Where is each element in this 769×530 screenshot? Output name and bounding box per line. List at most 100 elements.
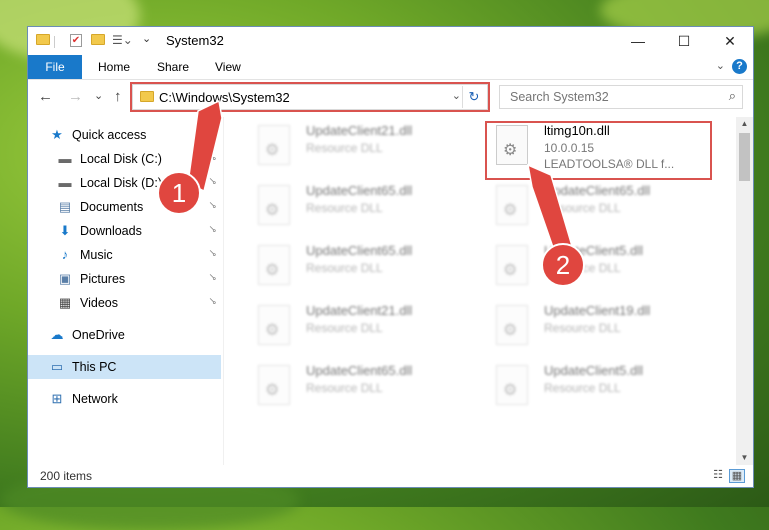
file-type: Resource DLL xyxy=(306,141,383,155)
file-type: Resource DLL xyxy=(306,381,383,395)
sidebar-item-label: OneDrive xyxy=(72,328,125,342)
downloads-icon: ⬇ xyxy=(59,223,71,238)
drive-icon: ▬ xyxy=(58,151,72,166)
file-item[interactable]: UpdateClient65.dll Resource DLL xyxy=(248,181,478,237)
status-bar: 200 items ☷ ▦ xyxy=(28,465,753,487)
pin-icon[interactable]: ⊸ xyxy=(205,199,219,213)
forward-button[interactable]: → xyxy=(68,88,83,105)
details-view-button[interactable]: ☷ xyxy=(711,469,725,481)
dll-file-icon xyxy=(258,365,290,405)
drive-icon: ▬ xyxy=(58,175,72,190)
file-item[interactable]: UpdateClient65.dll Resource DLL xyxy=(486,181,716,237)
recent-locations-button[interactable]: ⌄ xyxy=(94,89,103,102)
file-type: Resource DLL xyxy=(544,201,621,215)
sidebar-item-label: This PC xyxy=(72,360,117,374)
file-type: Resource DLL xyxy=(544,261,621,275)
sidebar-item-label: Local Disk (C:) xyxy=(80,152,162,166)
sidebar-item-label: Quick access xyxy=(72,128,147,142)
pin-icon[interactable]: ⊸ xyxy=(205,271,219,285)
sidebar-item-label: Videos xyxy=(80,296,118,310)
file-type: Resource DLL xyxy=(306,321,383,335)
back-button[interactable]: ← xyxy=(38,88,53,105)
file-item[interactable]: UpdateClient5.dll Resource DLL xyxy=(486,241,716,297)
divider xyxy=(223,117,224,465)
dll-file-icon xyxy=(496,245,528,285)
up-button[interactable]: ↑ xyxy=(114,88,122,105)
network-icon: ⊞ xyxy=(51,391,63,406)
expand-ribbon-icon[interactable]: ⌄ xyxy=(716,59,725,72)
dll-file-icon xyxy=(258,185,290,225)
sidebar-item-onedrive[interactable]: ☁ OneDrive xyxy=(28,323,221,347)
help-icon[interactable]: ? xyxy=(732,59,747,74)
search-icon[interactable]: ⌕ xyxy=(729,88,736,104)
dll-file-icon xyxy=(496,365,528,405)
maximize-button[interactable]: ☐ xyxy=(661,27,707,55)
cloud-icon: ☁ xyxy=(50,327,64,342)
sidebar-item-label: Documents xyxy=(80,200,144,214)
pin-icon[interactable]: ⊸ xyxy=(205,151,219,165)
vertical-scrollbar[interactable]: ▲ ▼ xyxy=(736,117,753,465)
scroll-down-arrow[interactable]: ▼ xyxy=(736,451,753,465)
file-name: UpdateClient5.dll xyxy=(544,363,644,378)
videos-icon: ▦ xyxy=(58,295,72,310)
file-type: Resource DLL xyxy=(306,261,383,275)
search-box[interactable]: ⌕ xyxy=(499,85,743,109)
sidebar-item-pictures[interactable]: ▣ Pictures ⊸ xyxy=(28,267,221,291)
tab-share[interactable]: Share xyxy=(157,55,189,79)
file-name: UpdateClient21.dll xyxy=(306,123,413,138)
explorer-window: ✔ ☰⌄ ⌄ System32 — ☐ ✕ File Home Share Vi… xyxy=(27,26,754,488)
folder-icon[interactable] xyxy=(36,34,50,45)
sidebar-item-downloads[interactable]: ⬇ Downloads ⊸ xyxy=(28,219,221,243)
properties-icon[interactable]: ✔ xyxy=(70,34,82,47)
large-icons-view-button[interactable]: ▦ xyxy=(729,469,745,483)
divider xyxy=(54,36,55,48)
title-bar: ✔ ☰⌄ ⌄ System32 — ☐ ✕ xyxy=(28,27,753,55)
pin-icon[interactable]: ⊸ xyxy=(205,247,219,261)
sidebar-item-videos[interactable]: ▦ Videos ⊸ xyxy=(28,291,221,315)
tab-home[interactable]: Home xyxy=(98,55,130,79)
sidebar-item-music[interactable]: ♪ Music ⊸ xyxy=(28,243,221,267)
sidebar-item-local-disk-d[interactable]: ▬ Local Disk (D:) ⊸ xyxy=(28,171,221,195)
dropdown-icon[interactable]: ⌄ xyxy=(142,32,151,45)
file-type: Resource DLL xyxy=(306,201,383,215)
pin-icon[interactable]: ⊸ xyxy=(205,295,219,309)
file-highlight-box xyxy=(485,121,712,180)
sidebar-item-label: Pictures xyxy=(80,272,126,286)
dll-file-icon xyxy=(258,305,290,345)
file-item[interactable]: UpdateClient19.dll Resource DLL xyxy=(486,301,716,357)
pin-icon[interactable]: ⊸ xyxy=(205,175,219,189)
sidebar-item-quick-access[interactable]: ★ Quick access xyxy=(28,123,221,147)
customize-toolbar-icon[interactable]: ☰⌄ xyxy=(112,33,133,47)
search-input[interactable] xyxy=(508,89,712,105)
file-name: UpdateClient65.dll xyxy=(306,183,413,198)
file-item[interactable]: UpdateClient21.dll Resource DLL xyxy=(248,121,478,177)
star-icon: ★ xyxy=(51,127,63,142)
file-item[interactable]: UpdateClient21.dll Resource DLL xyxy=(248,301,478,357)
sidebar-item-label: Downloads xyxy=(80,224,142,238)
dll-file-icon xyxy=(258,245,290,285)
tab-view[interactable]: View xyxy=(215,55,241,79)
pictures-icon: ▣ xyxy=(58,271,72,286)
tab-file[interactable]: File xyxy=(28,55,82,79)
minimize-button[interactable]: — xyxy=(615,27,661,55)
sidebar-item-network[interactable]: ⊞ Network xyxy=(28,387,221,411)
file-name: UpdateClient5.dll xyxy=(544,243,644,258)
scroll-up-arrow[interactable]: ▲ xyxy=(736,117,753,131)
sidebar-item-documents[interactable]: ▤ Documents ⊸ xyxy=(28,195,221,219)
dll-file-icon xyxy=(496,305,528,345)
file-name: UpdateClient65.dll xyxy=(306,363,413,378)
music-icon: ♪ xyxy=(61,247,69,262)
file-item[interactable]: UpdateClient5.dll Resource DLL xyxy=(486,361,716,417)
file-type: Resource DLL xyxy=(544,381,621,395)
new-folder-icon[interactable] xyxy=(91,34,105,45)
sidebar-item-label: Network xyxy=(72,392,118,406)
pin-icon[interactable]: ⊸ xyxy=(205,223,219,237)
close-button[interactable]: ✕ xyxy=(707,27,753,55)
file-item[interactable]: UpdateClient65.dll Resource DLL xyxy=(248,361,478,417)
file-name: UpdateClient65.dll xyxy=(306,243,413,258)
file-item[interactable]: UpdateClient65.dll Resource DLL xyxy=(248,241,478,297)
sidebar-item-local-disk-c[interactable]: ▬ Local Disk (C:) ⊸ xyxy=(28,147,221,171)
scroll-thumb[interactable] xyxy=(739,133,750,181)
documents-icon: ▤ xyxy=(58,199,72,214)
sidebar-item-this-pc[interactable]: ▭ This PC xyxy=(28,355,221,379)
